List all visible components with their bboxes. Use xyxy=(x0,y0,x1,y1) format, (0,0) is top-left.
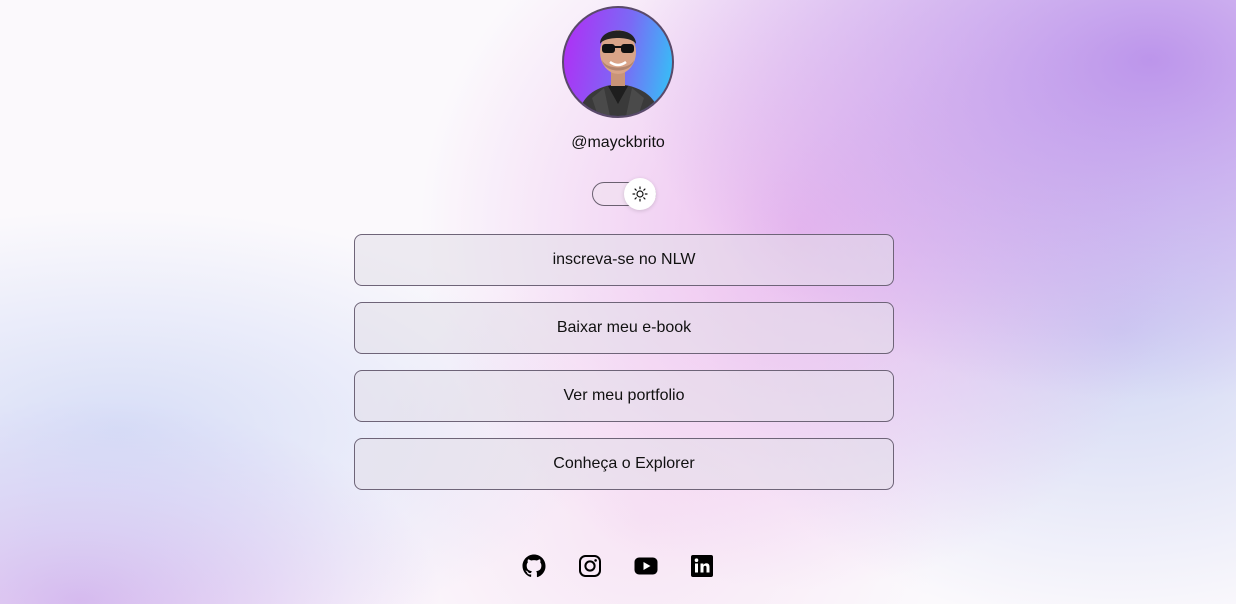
linkedin-icon xyxy=(691,555,713,577)
ebook-download-button[interactable]: Baixar meu e-book xyxy=(354,302,894,354)
link-item: Baixar meu e-book xyxy=(354,302,894,354)
youtube-link[interactable] xyxy=(634,554,658,578)
avatar-photo xyxy=(578,30,660,116)
nlw-signup-button[interactable]: inscreva-se no NLW xyxy=(354,234,894,286)
portfolio-button[interactable]: Ver meu portfolio xyxy=(354,370,894,422)
youtube-icon xyxy=(634,557,658,575)
sun-icon xyxy=(632,186,648,202)
profile-header: @mayckbrito xyxy=(0,6,1236,153)
instagram-link[interactable] xyxy=(578,554,602,578)
linkedin-link[interactable] xyxy=(690,554,714,578)
links-list: inscreva-se no NLW Baixar meu e-book Ver… xyxy=(354,234,894,506)
theme-switch[interactable] xyxy=(592,178,656,210)
instagram-icon xyxy=(579,555,601,577)
theme-switch-knob[interactable] xyxy=(624,178,656,210)
avatar xyxy=(562,6,674,118)
link-item: Ver meu portfolio xyxy=(354,370,894,422)
link-item: Conheça o Explorer xyxy=(354,438,894,490)
social-links xyxy=(0,554,1236,578)
link-item: inscreva-se no NLW xyxy=(354,234,894,286)
explorer-button[interactable]: Conheça o Explorer xyxy=(354,438,894,490)
github-icon xyxy=(522,554,546,578)
github-link[interactable] xyxy=(522,554,546,578)
username: @mayckbrito xyxy=(571,134,665,151)
